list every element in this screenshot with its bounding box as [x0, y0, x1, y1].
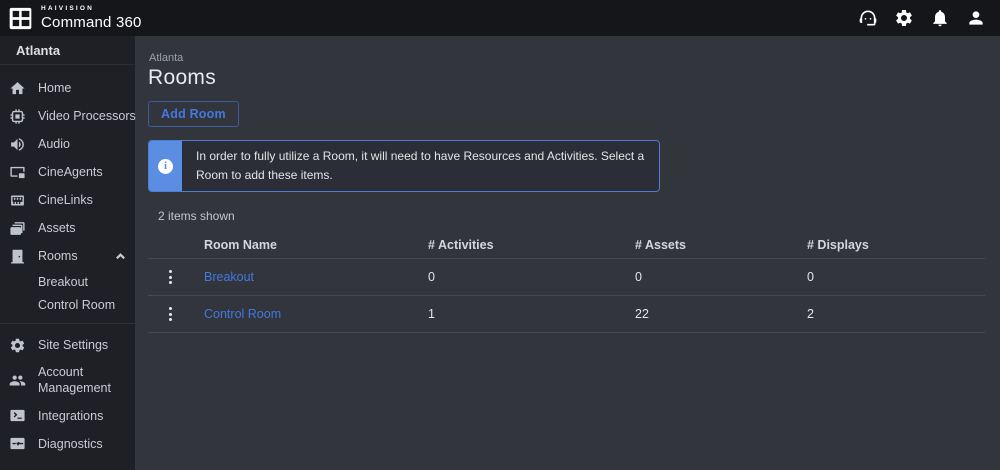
sidebar-item-integrations[interactable]: Integrations	[0, 402, 135, 430]
sidebar-item-label: Home	[38, 81, 71, 95]
sidebar-item-account-management[interactable]: Account Management	[0, 359, 135, 402]
column-header-displays: # Displays	[807, 238, 985, 252]
info-banner: i In order to fully utilize a Room, it w…	[148, 140, 660, 192]
door-icon	[8, 247, 27, 266]
column-header-room-name: Room Name	[204, 238, 428, 252]
info-banner-accent: i	[149, 141, 182, 191]
items-shown-count: 2 items shown	[158, 209, 985, 223]
sidebar-subitem-control-room[interactable]: Control Room	[0, 293, 135, 316]
sidebar-item-assets[interactable]: Assets	[0, 214, 135, 242]
sidebar: Atlanta Home Video Processors Audio Cine…	[0, 36, 135, 470]
sidebar-item-cineagents[interactable]: CineAgents	[0, 158, 135, 186]
main-content: Atlanta Rooms Add Room i In order to ful…	[135, 36, 1000, 470]
sidebar-item-label: Rooms	[38, 249, 78, 263]
cell-displays: 0	[807, 270, 985, 284]
layers-icon	[8, 219, 27, 238]
cell-displays: 2	[807, 307, 985, 321]
column-header-activities: # Activities	[428, 238, 635, 252]
info-icon: i	[158, 159, 173, 174]
sidebar-item-home[interactable]: Home	[0, 74, 135, 102]
room-link-breakout[interactable]: Breakout	[204, 270, 254, 284]
table-row: Control Room 1 22 2	[148, 296, 985, 333]
sidebar-subitem-label: Breakout	[38, 275, 88, 289]
sidebar-item-rooms[interactable]: Rooms	[0, 242, 135, 270]
cell-assets: 0	[635, 270, 807, 284]
breadcrumb: Atlanta	[149, 52, 985, 64]
window-agent-icon	[8, 163, 27, 182]
info-banner-text: In order to fully utilize a Room, it wil…	[182, 141, 659, 191]
page-title: Rooms	[148, 66, 985, 90]
room-link-control-room[interactable]: Control Room	[204, 307, 281, 321]
sidebar-item-cinelinks[interactable]: CineLinks	[0, 186, 135, 214]
notifications-bell-icon[interactable]	[929, 8, 950, 29]
support-headset-icon[interactable]	[857, 8, 878, 29]
ethernet-port-icon	[8, 191, 27, 210]
sidebar-item-label: Site Settings	[38, 338, 108, 352]
topbar-actions	[857, 8, 986, 29]
terminal-icon	[8, 406, 27, 425]
pulse-icon	[8, 434, 27, 453]
people-icon	[8, 371, 27, 390]
cell-activities: 1	[428, 307, 635, 321]
chevron-up-icon	[115, 251, 126, 262]
sidebar-item-label: CineLinks	[38, 193, 93, 207]
home-icon	[8, 79, 27, 98]
sidebar-item-label: Account Management	[38, 364, 126, 397]
cell-activities: 0	[428, 270, 635, 284]
chip-icon	[8, 107, 27, 126]
sidebar-item-audio[interactable]: Audio	[0, 130, 135, 158]
sidebar-subitem-label: Control Room	[38, 298, 115, 312]
sidebar-item-video-processors[interactable]: Video Processors	[0, 102, 135, 130]
column-header-assets: # Assets	[635, 238, 807, 252]
sidebar-item-label: Video Processors	[38, 109, 136, 123]
sidebar-item-label: Assets	[38, 221, 76, 235]
sidebar-item-label: CineAgents	[38, 165, 103, 179]
videowall-logo-icon	[8, 6, 33, 31]
add-room-button[interactable]: Add Room	[148, 101, 239, 127]
cell-assets: 22	[635, 307, 807, 321]
brand-name: Command 360	[41, 15, 142, 30]
topbar: HAIVISION Command 360	[0, 0, 1000, 36]
account-person-icon[interactable]	[965, 8, 986, 29]
sidebar-item-site-settings[interactable]: Site Settings	[0, 331, 135, 359]
sidebar-site-label: Atlanta	[0, 36, 135, 65]
table-row: Breakout 0 0 0	[148, 259, 985, 296]
rooms-table: Room Name # Activities # Assets # Displa…	[148, 232, 985, 333]
row-actions-kebab-icon[interactable]	[160, 266, 180, 288]
gear-icon	[8, 336, 27, 355]
settings-gear-icon[interactable]	[893, 8, 914, 29]
sidebar-item-label: Integrations	[38, 409, 103, 423]
sidebar-item-label: Audio	[38, 137, 70, 151]
sidebar-divider	[0, 323, 135, 324]
speaker-icon	[8, 135, 27, 154]
sidebar-subitem-breakout[interactable]: Breakout	[0, 270, 135, 293]
sidebar-item-label: Diagnostics	[38, 437, 103, 451]
table-header-row: Room Name # Activities # Assets # Displa…	[148, 232, 985, 259]
brand-name-small: HAIVISION	[41, 6, 142, 13]
haivision-logo[interactable]: HAIVISION Command 360	[8, 6, 142, 31]
sidebar-item-diagnostics[interactable]: Diagnostics	[0, 430, 135, 458]
row-actions-kebab-icon[interactable]	[160, 303, 180, 325]
